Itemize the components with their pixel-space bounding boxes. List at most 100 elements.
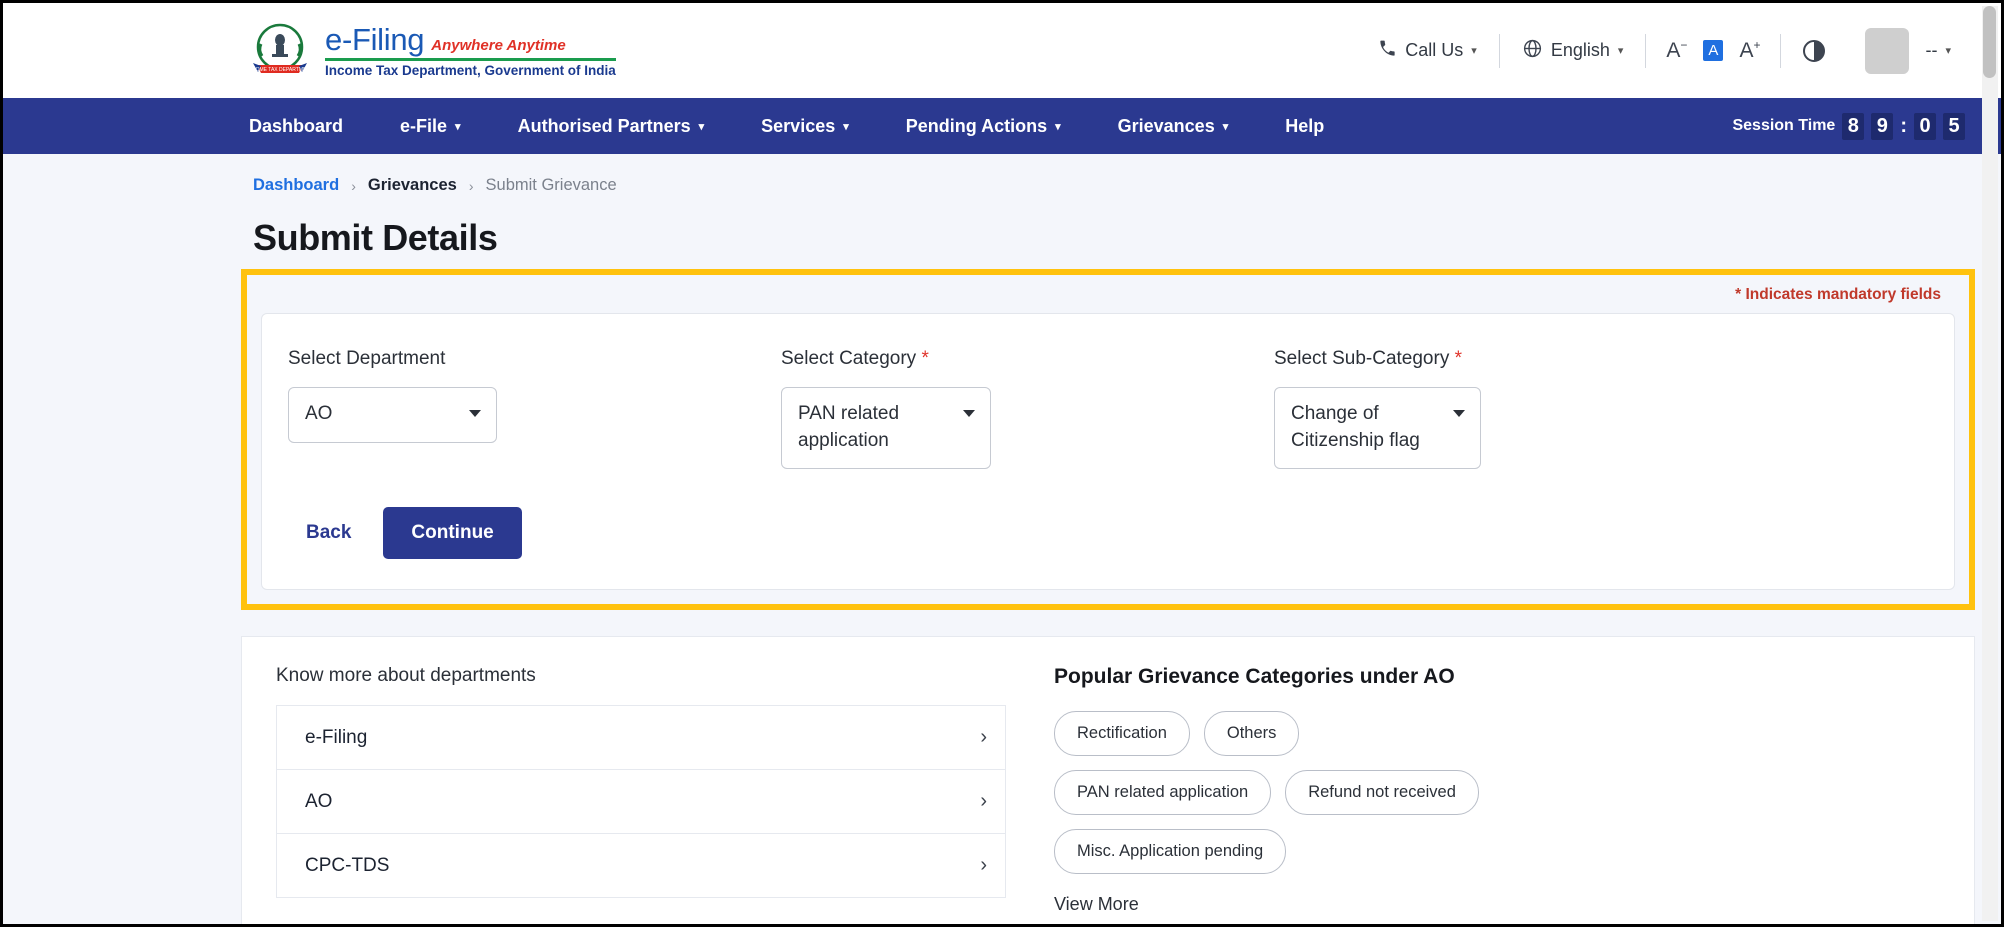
nav-label: Authorised Partners — [517, 115, 691, 136]
chevron-down-icon: ▾ — [1471, 45, 1477, 57]
chip-misc-application-pending[interactable]: Misc. Application pending — [1054, 829, 1287, 874]
session-digit: 8 — [1842, 112, 1865, 140]
nav-label: Grievances — [1117, 115, 1215, 136]
chevron-down-icon — [469, 410, 481, 417]
nav-item-e-file[interactable]: e-File ▾ — [400, 116, 461, 137]
chevron-down-icon: ▾ — [843, 120, 849, 133]
popular-chips: Rectification Others PAN related applica… — [1054, 711, 1524, 874]
nav-label: Services — [761, 115, 836, 136]
chip-others[interactable]: Others — [1203, 711, 1300, 756]
breadcrumb-dashboard[interactable]: Dashboard — [253, 176, 339, 195]
breadcrumb-separator: › — [468, 177, 474, 194]
field-select-department: Select Department AO — [288, 348, 781, 469]
session-timer: Session Time 8 9 : 0 5 — [1732, 112, 1965, 140]
brand-tagline: Anywhere Anytime — [431, 36, 566, 54]
chevron-down-icon — [1453, 410, 1465, 417]
department-value: AO — [305, 403, 333, 424]
nav-item-grievances[interactable]: Grievances ▾ — [1118, 116, 1229, 137]
continue-button[interactable]: Continue — [383, 507, 522, 559]
required-marker: * — [1454, 348, 1463, 369]
svg-text:INCOME TAX DEPARTMENT: INCOME TAX DEPARTMENT — [249, 67, 311, 73]
nav-item-pending-actions[interactable]: Pending Actions ▾ — [906, 116, 1061, 137]
avatar[interactable] — [1865, 27, 1910, 74]
form-actions: Back Continue — [288, 507, 1928, 559]
user-label: -- — [1925, 40, 1938, 60]
main-navigation: Dashboard e-File ▾ Authorised Partners ▾… — [3, 98, 2001, 154]
nav-item-dashboard[interactable]: Dashboard — [249, 116, 343, 137]
chevron-right-icon: › — [980, 790, 987, 812]
popular-heading: Popular Grievance Categories under AO — [1054, 665, 1455, 688]
brand-logo[interactable]: INCOME TAX DEPARTMENT e-Filing Anywhere … — [247, 20, 616, 82]
chip-rectification[interactable]: Rectification — [1054, 711, 1190, 756]
back-button[interactable]: Back — [288, 510, 369, 556]
chevron-down-icon: ▾ — [698, 120, 705, 133]
chevron-down-icon: ▾ — [1617, 45, 1624, 57]
contrast-toggle[interactable] — [1781, 39, 1847, 62]
font-normal-button[interactable]: A — [1703, 40, 1724, 61]
list-item[interactable]: CPC-TDS › — [276, 834, 1006, 898]
nav-label: Pending Actions — [905, 115, 1048, 136]
department-name: CPC-TDS — [305, 854, 390, 876]
session-digit: 9 — [1871, 112, 1894, 140]
view-more-link[interactable]: View More — [1054, 894, 1950, 915]
site-header: INCOME TAX DEPARTMENT e-Filing Anywhere … — [3, 3, 2001, 98]
globe-icon — [1522, 38, 1543, 64]
chevron-down-icon: ▾ — [455, 120, 461, 133]
font-decrease-button[interactable]: A− — [1666, 38, 1687, 63]
brand-divider — [325, 57, 616, 61]
page-title: Submit Details — [253, 217, 498, 258]
nav-label: Help — [1285, 115, 1325, 136]
india-emblem-icon: INCOME TAX DEPARTMENT — [247, 20, 313, 82]
departments-list: e-Filing › AO › CPC-TDS › — [276, 705, 1006, 898]
category-label: Select Category * — [781, 348, 929, 369]
language-selector[interactable]: English ▾ — [1500, 38, 1646, 64]
phone-icon — [1378, 39, 1397, 63]
scrollbar-thumb[interactable] — [1983, 6, 1996, 78]
submit-details-highlight-box: * Indicates mandatory fields Select Depa… — [241, 269, 1975, 610]
breadcrumb-grievances[interactable]: Grievances — [368, 176, 457, 195]
header-utilities: Call Us ▾ English ▾ A− A A+ -- ▾ — [1356, 27, 1965, 74]
nav-item-help[interactable]: Help — [1285, 116, 1324, 137]
user-menu[interactable]: -- ▾ — [1909, 40, 1965, 61]
nav-item-services[interactable]: Services ▾ — [761, 116, 849, 137]
department-label: Select Department — [288, 348, 446, 369]
chevron-down-icon: ▾ — [1055, 120, 1061, 133]
breadcrumb-separator: › — [351, 177, 356, 194]
chevron-right-icon: › — [980, 854, 987, 876]
nav-label: e-File — [400, 115, 448, 136]
chevron-down-icon: ▾ — [1945, 45, 1951, 57]
mandatory-fields-note: * Indicates mandatory fields — [1735, 286, 1941, 303]
call-us-menu[interactable]: Call Us ▾ — [1356, 39, 1499, 63]
departments-heading: Know more about departments — [276, 665, 536, 686]
required-marker: * — [921, 348, 929, 369]
nav-item-authorised-partners[interactable]: Authorised Partners ▾ — [518, 116, 705, 137]
language-label: English — [1550, 40, 1610, 60]
popular-categories-panel: Popular Grievance Categories under AO Re… — [1006, 665, 1950, 924]
chevron-down-icon — [963, 410, 975, 417]
breadcrumb-current: Submit Grievance — [485, 176, 617, 194]
list-item[interactable]: e-Filing › — [276, 706, 1006, 770]
list-item[interactable]: AO › — [276, 770, 1006, 834]
page-scrollbar[interactable] — [1982, 6, 1998, 921]
session-timer-label: Session Time — [1732, 117, 1836, 134]
brand-name: e-Filing — [325, 21, 425, 57]
department-select[interactable]: AO — [288, 387, 497, 443]
form-fields-row: Select Department AO Select Category * P… — [288, 348, 1928, 469]
session-digit: 0 — [1914, 112, 1936, 140]
chevron-right-icon: › — [980, 726, 987, 748]
chip-pan-related-application[interactable]: PAN related application — [1054, 770, 1272, 815]
font-size-controls: A− A A+ — [1646, 38, 1780, 63]
field-select-category: Select Category * PAN related applicatio… — [781, 348, 1274, 469]
session-digit: 5 — [1943, 112, 1965, 140]
department-name: AO — [305, 790, 333, 812]
session-separator: : — [1900, 114, 1907, 137]
category-select[interactable]: PAN related application — [781, 387, 991, 469]
field-select-subcategory: Select Sub-Category * Change of Citizens… — [1274, 348, 1767, 469]
contrast-icon — [1803, 39, 1826, 62]
font-increase-button[interactable]: A+ — [1739, 38, 1760, 63]
subcategory-label: Select Sub-Category * — [1274, 348, 1463, 369]
breadcrumb: Dashboard › Grievances › Submit Grievanc… — [3, 154, 2001, 195]
department-name: e-Filing — [305, 726, 368, 748]
chip-refund-not-received[interactable]: Refund not received — [1285, 770, 1479, 815]
subcategory-select[interactable]: Change of Citizenship flag — [1274, 387, 1481, 469]
